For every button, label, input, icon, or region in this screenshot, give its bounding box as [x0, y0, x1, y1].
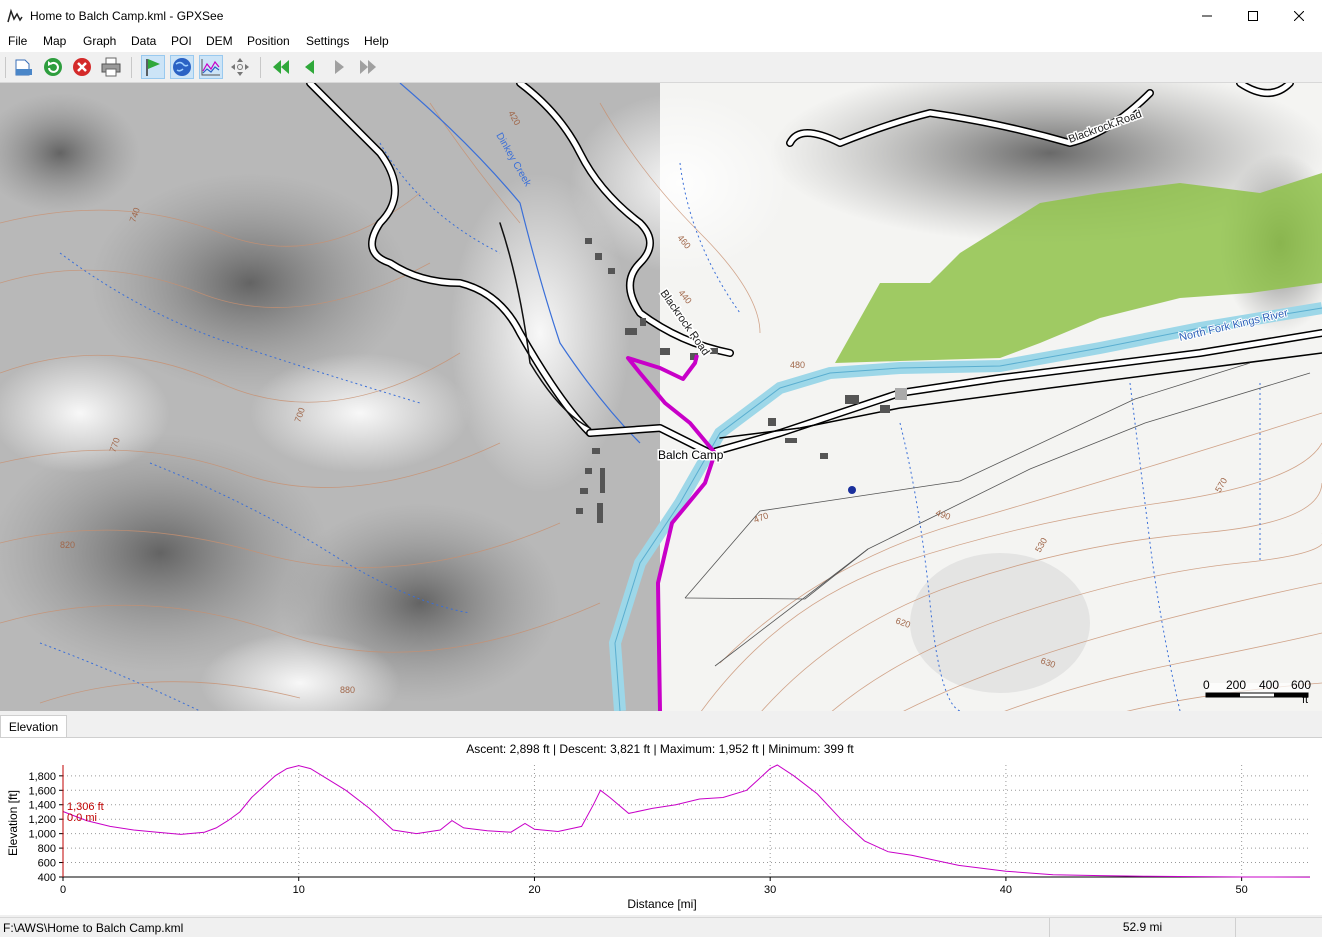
close-file-button[interactable] — [70, 55, 94, 79]
elevation-series-line — [62, 764, 1311, 878]
scale-tick: 600 — [1291, 678, 1311, 692]
y-tick-label: 1,000 — [28, 829, 56, 841]
x-tick-label: 30 — [764, 884, 776, 896]
scale-tick: 200 — [1226, 678, 1246, 692]
maximize-icon — [1248, 10, 1258, 21]
open-file-icon — [15, 59, 32, 76]
open-file-button[interactable] — [12, 55, 36, 79]
menu-graph[interactable]: Graph — [83, 34, 116, 48]
contour-label: 530 — [1033, 536, 1049, 554]
toolbar-separator-2 — [260, 57, 261, 78]
tab-elevation-label: Elevation — [8, 720, 59, 734]
x-axis: 0 10 20 30 40 50 — [60, 876, 1310, 896]
y-tick-label: 1,400 — [28, 800, 56, 812]
chart-grid — [63, 765, 1310, 878]
status-total-distance: 52.9 mi — [1049, 918, 1236, 937]
maximize-button[interactable] — [1230, 0, 1276, 31]
scale-tick: 400 — [1259, 678, 1279, 692]
y-tick-label: 600 — [38, 858, 56, 870]
close-icon — [1294, 10, 1304, 21]
status-file-path: F:\AWS\Home to Balch Camp.kml — [3, 921, 184, 935]
scale-unit: ft — [1302, 694, 1308, 706]
show-map-icon — [173, 58, 191, 76]
x-tick-label: 0 — [60, 884, 66, 896]
minimize-icon — [1202, 15, 1212, 16]
reload-icon — [44, 58, 62, 76]
next-file-icon — [335, 60, 344, 74]
elevation-graph-panel[interactable]: Ascent: 2,898 ft | Descent: 3,821 ft | M… — [0, 737, 1322, 915]
status-bar: F:\AWS\Home to Balch Camp.kml 52.9 mi — [0, 917, 1322, 937]
menu-help[interactable]: Help — [364, 34, 389, 48]
menu-settings[interactable]: Settings — [306, 34, 349, 48]
menu-map[interactable]: Map — [43, 34, 66, 48]
show-waypoints-button[interactable] — [141, 55, 165, 79]
toolbar-separator — [131, 57, 132, 78]
poi-marker[interactable] — [848, 486, 856, 494]
x-tick-label: 50 — [1236, 884, 1248, 896]
toolbar-grip — [5, 57, 6, 78]
y-tick-label: 1,200 — [28, 814, 56, 826]
first-file-button[interactable] — [269, 55, 293, 79]
y-tick-label: 1,600 — [28, 785, 56, 797]
reload-button[interactable] — [41, 55, 65, 79]
previous-file-button[interactable] — [298, 55, 322, 79]
x-axis-label: Distance [mi] — [627, 897, 696, 911]
previous-file-icon — [305, 60, 314, 74]
menu-data[interactable]: Data — [131, 34, 156, 48]
show-map-button[interactable] — [170, 55, 194, 79]
show-graphs-icon — [201, 59, 220, 76]
contour-label: 570 — [1213, 476, 1229, 494]
menu-position[interactable]: Position — [247, 34, 290, 48]
print-button[interactable] — [99, 55, 123, 79]
gpxsee-app-icon — [7, 8, 23, 23]
first-file-icon — [273, 60, 289, 74]
next-file-button[interactable] — [327, 55, 351, 79]
y-tick-label: 400 — [38, 872, 56, 884]
y-axis-label: Elevation [ft] — [6, 790, 20, 856]
window-title: Home to Balch Camp.kml - GPXSee — [30, 9, 224, 23]
menu-bar: File Map Graph Data POI DEM Position Set… — [0, 31, 1322, 52]
label-balch-camp: Balch Camp — [658, 448, 724, 462]
menu-poi[interactable]: POI — [171, 34, 192, 48]
title-bar: Home to Balch Camp.kml - GPXSee — [0, 0, 1322, 31]
scale-bar: 0 200 400 600 ft — [1203, 678, 1311, 706]
contour-label: 470 — [752, 510, 770, 525]
close-button[interactable] — [1276, 0, 1322, 31]
y-tick-label: 1,800 — [28, 771, 56, 783]
show-waypoints-icon — [146, 59, 160, 76]
graph-summary: Ascent: 2,898 ft | Descent: 3,821 ft | M… — [466, 742, 854, 756]
show-graphs-button[interactable] — [199, 55, 223, 79]
menu-dem[interactable]: DEM — [206, 34, 233, 48]
close-file-icon — [73, 58, 91, 76]
marker-distance-label: 0.0 mi — [67, 812, 97, 824]
x-tick-label: 10 — [293, 884, 305, 896]
print-icon — [101, 57, 121, 77]
contour-label: 490 — [934, 507, 952, 522]
map-view[interactable]: Dinkey Creek Blackrock Road Blackrock Ro… — [0, 83, 1322, 711]
toolbar — [0, 52, 1322, 83]
last-file-icon — [360, 60, 376, 74]
contour-label: 880 — [340, 685, 355, 695]
scale-tick: 0 — [1203, 678, 1210, 692]
contour-label: 480 — [790, 360, 805, 370]
menu-file[interactable]: File — [8, 34, 27, 48]
contour-label: 620 — [894, 615, 912, 630]
x-tick-label: 20 — [528, 884, 540, 896]
contour-label: 820 — [60, 540, 75, 550]
tab-elevation[interactable]: Elevation — [0, 715, 67, 737]
y-tick-label: 800 — [38, 843, 56, 855]
x-tick-label: 40 — [1000, 884, 1012, 896]
y-axis: 400 600 800 1,000 1,200 1,400 1,600 1,800 — [28, 765, 64, 884]
show-poi-icon — [231, 58, 249, 76]
show-poi-button[interactable] — [228, 55, 252, 79]
last-file-button[interactable] — [356, 55, 380, 79]
minimize-button[interactable] — [1184, 0, 1230, 31]
